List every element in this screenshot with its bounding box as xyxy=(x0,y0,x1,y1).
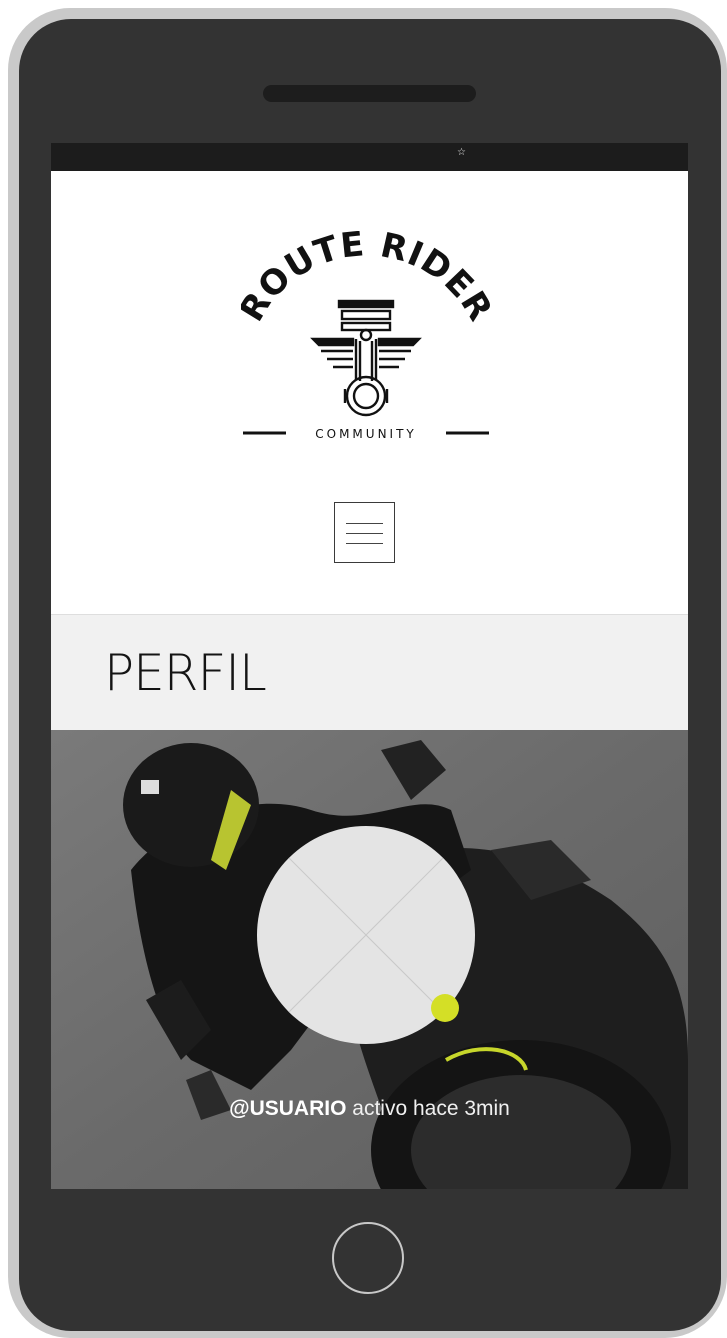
profile-hero: @USUARIO activo hace 3min xyxy=(51,730,688,1189)
page-title: PERFIL xyxy=(104,644,267,702)
user-status-line: @USUARIO activo hace 3min xyxy=(51,1096,688,1122)
star-icon: ☆ xyxy=(457,147,466,158)
menu-button[interactable] xyxy=(334,502,395,563)
phone-speaker xyxy=(263,85,476,102)
svg-text:ROUTE RIDER: ROUTE RIDER xyxy=(241,231,491,328)
brand-top: ROUTE RIDER xyxy=(241,231,491,328)
activity-status: activo hace 3min xyxy=(352,1097,510,1120)
brand-bottom: COMMUNITY xyxy=(315,427,417,441)
online-status-dot xyxy=(431,994,459,1022)
menu-icon-line xyxy=(346,523,383,524)
home-button[interactable] xyxy=(332,1222,404,1294)
app-screen: ☆ ROUTE RIDER xyxy=(51,143,688,1189)
status-bar: ☆ xyxy=(51,143,688,171)
username[interactable]: @USUARIO xyxy=(229,1097,346,1120)
menu-icon-line xyxy=(346,533,383,534)
menu-icon-line xyxy=(346,543,383,544)
route-rider-logo: ROUTE RIDER COMMUNITY xyxy=(241,231,491,441)
title-band: PERFIL xyxy=(51,614,688,730)
piston-emblem xyxy=(310,299,422,417)
